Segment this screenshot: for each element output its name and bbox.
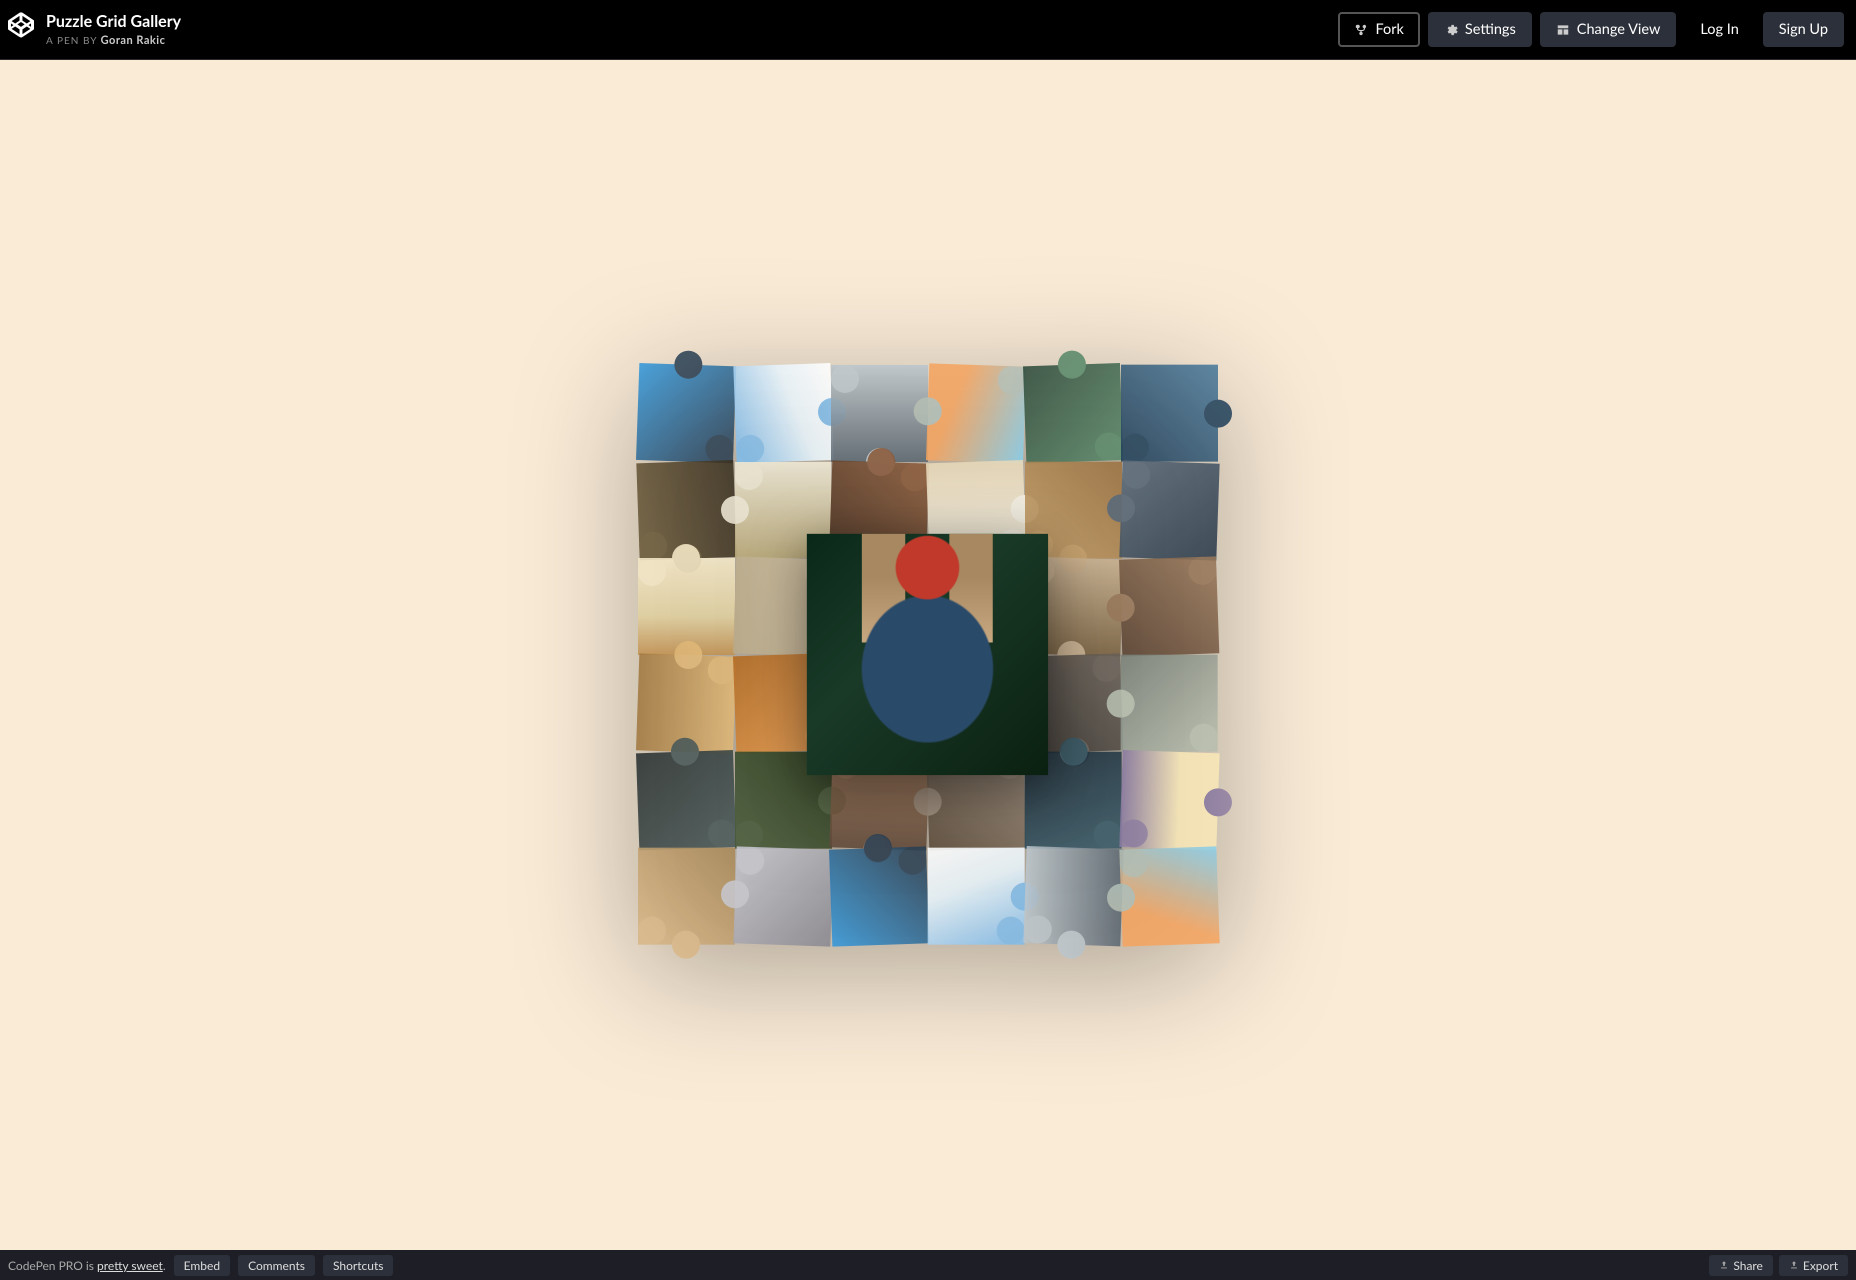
change-view-label: Change View — [1577, 21, 1661, 38]
shortcuts-button[interactable]: Shortcuts — [323, 1255, 393, 1276]
pen-preview — [0, 60, 1856, 1250]
pen-byline: A PEN BY Goran Rakic — [46, 34, 181, 47]
share-icon — [1719, 1260, 1729, 1270]
puzzle-piece[interactable] — [1121, 655, 1218, 752]
puzzle-piece[interactable] — [1121, 365, 1218, 462]
settings-button[interactable]: Settings — [1428, 12, 1532, 47]
header-left: Puzzle Grid Gallery A PEN BY Goran Rakic — [8, 12, 181, 46]
gear-icon — [1444, 23, 1458, 37]
puzzle-grid — [638, 365, 1218, 945]
fork-label: Fork — [1375, 21, 1403, 38]
pen-title: Puzzle Grid Gallery — [46, 12, 181, 31]
settings-label: Settings — [1465, 21, 1516, 38]
layout-icon — [1556, 23, 1570, 37]
pro-promo: CodePen PRO is pretty sweet. — [8, 1258, 166, 1273]
signup-button[interactable]: Sign Up — [1763, 12, 1844, 47]
puzzle-piece[interactable] — [830, 847, 930, 947]
promo-highlight[interactable]: pretty sweet — [97, 1258, 163, 1273]
puzzle-piece[interactable] — [733, 363, 833, 463]
codepen-logo-icon — [8, 12, 34, 38]
puzzle-piece[interactable] — [1120, 847, 1220, 947]
puzzle-piece[interactable] — [1120, 460, 1220, 560]
fork-icon — [1354, 23, 1368, 37]
shortcuts-label: Shortcuts — [333, 1258, 383, 1273]
footer-right: Share Export — [1709, 1255, 1848, 1276]
puzzle-piece[interactable] — [1120, 750, 1220, 850]
pen-title-block: Puzzle Grid Gallery A PEN BY Goran Rakic — [46, 12, 181, 46]
export-button[interactable]: Export — [1779, 1255, 1848, 1276]
codepen-logo[interactable] — [8, 12, 34, 42]
puzzle-piece[interactable] — [636, 750, 736, 850]
puzzle-piece[interactable] — [1120, 557, 1220, 657]
share-button[interactable]: Share — [1709, 1255, 1773, 1276]
app-header: Puzzle Grid Gallery A PEN BY Goran Rakic… — [0, 0, 1856, 60]
footer-left: CodePen PRO is pretty sweet. Embed Comme… — [8, 1255, 393, 1276]
byline-prefix: A PEN BY — [46, 35, 97, 47]
puzzle-piece[interactable] — [636, 363, 736, 463]
login-button[interactable]: Log In — [1684, 12, 1754, 47]
login-label: Log In — [1700, 21, 1738, 38]
fork-button[interactable]: Fork — [1338, 12, 1419, 47]
app-footer: CodePen PRO is pretty sweet. Embed Comme… — [0, 1250, 1856, 1280]
puzzle-grid-gallery — [638, 365, 1218, 945]
promo-suffix: . — [163, 1258, 166, 1273]
promo-prefix: CodePen PRO is — [8, 1258, 97, 1273]
signup-label: Sign Up — [1779, 21, 1828, 38]
comments-label: Comments — [248, 1258, 305, 1273]
puzzle-piece[interactable] — [1023, 363, 1123, 463]
puzzle-piece-center[interactable] — [807, 534, 1049, 776]
header-right: Fork Settings Change View Log In Sign Up — [1338, 12, 1844, 47]
puzzle-piece[interactable] — [928, 848, 1025, 945]
embed-button[interactable]: Embed — [174, 1255, 230, 1276]
share-label: Share — [1733, 1258, 1763, 1273]
embed-label: Embed — [184, 1258, 220, 1273]
puzzle-piece[interactable] — [638, 848, 735, 945]
puzzle-piece[interactable] — [733, 847, 833, 947]
author-link[interactable]: Goran Rakic — [101, 34, 166, 47]
comments-button[interactable]: Comments — [238, 1255, 315, 1276]
export-icon — [1789, 1260, 1799, 1270]
export-label: Export — [1803, 1258, 1838, 1273]
puzzle-piece[interactable] — [926, 363, 1026, 463]
change-view-button[interactable]: Change View — [1540, 12, 1677, 47]
